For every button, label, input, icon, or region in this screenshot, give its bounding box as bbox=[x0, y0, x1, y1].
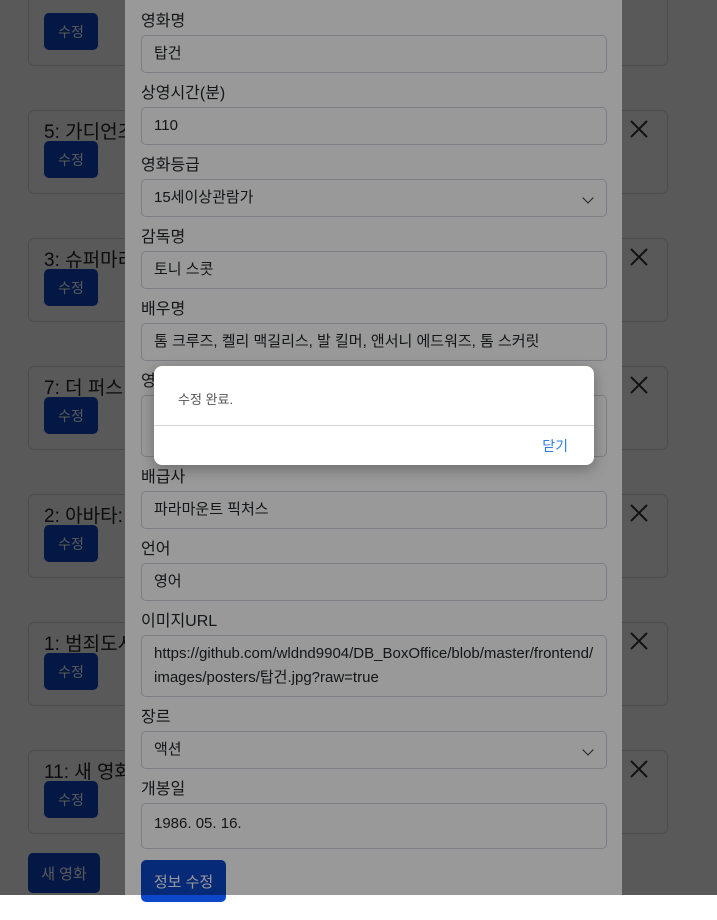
alert-divider bbox=[154, 425, 594, 426]
alert-close-button[interactable]: 닫기 bbox=[542, 436, 568, 456]
alert-dialog: 수정 완료. 닫기 bbox=[154, 366, 594, 465]
alert-message: 수정 완료. bbox=[178, 392, 234, 407]
